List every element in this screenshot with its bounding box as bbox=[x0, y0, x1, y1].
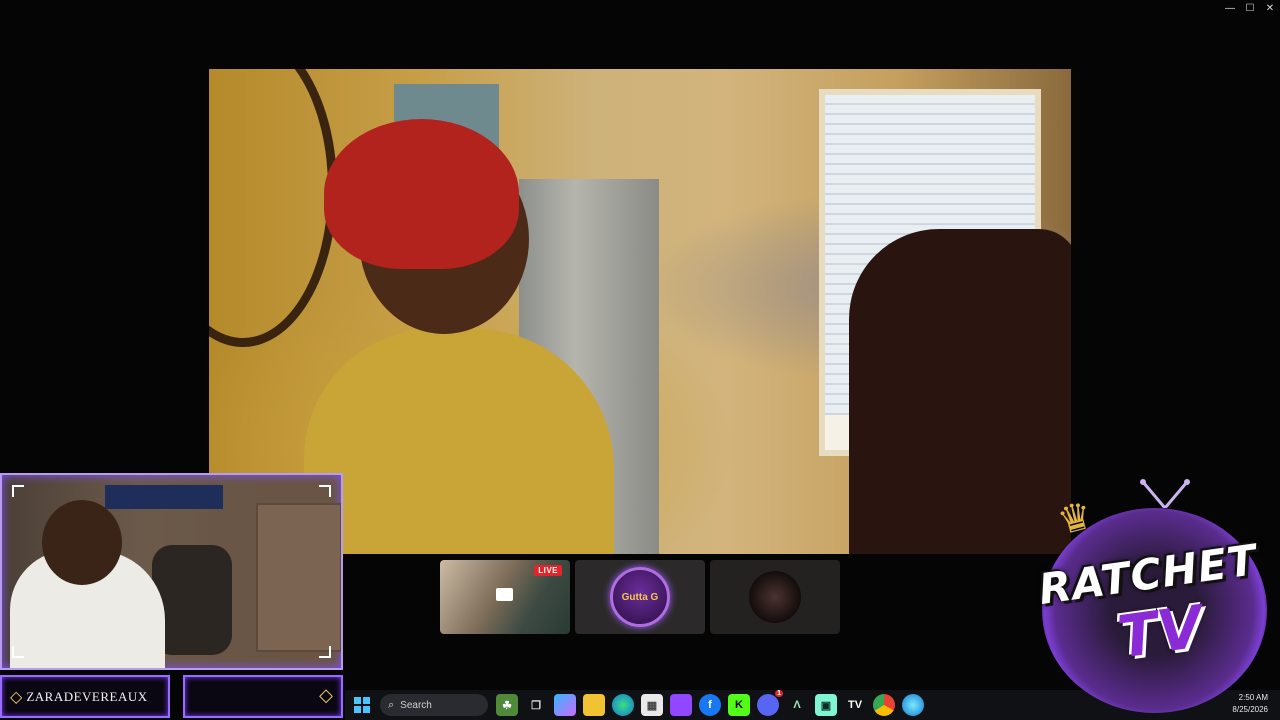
kick-icon[interactable]: K bbox=[728, 694, 750, 716]
thumbnail-channel-avatar[interactable]: Gutta G bbox=[575, 560, 705, 634]
webcam-overlay bbox=[0, 473, 343, 670]
webcam-streamer-head bbox=[42, 500, 122, 585]
frame-corner-icon bbox=[12, 485, 24, 497]
diamond-icon: ◇ bbox=[319, 685, 333, 705]
webcam-background-monitor bbox=[105, 485, 223, 509]
discord-icon[interactable]: 1 bbox=[757, 690, 783, 716]
live-badge: LIVE bbox=[534, 565, 562, 576]
avatar-logo-text: Gutta G bbox=[621, 591, 659, 603]
twitch-icon[interactable] bbox=[670, 694, 692, 716]
channel-avatar bbox=[749, 571, 801, 623]
maximize-button[interactable]: ☐ bbox=[1240, 0, 1260, 16]
streamer-nameplate: ◇ ZARADEVEREAUX bbox=[0, 675, 170, 718]
search-icon: ⌕ bbox=[388, 698, 395, 711]
widgets-icon[interactable]: ☘ bbox=[496, 694, 518, 716]
search-placeholder: Search bbox=[400, 699, 432, 711]
streamlabs-icon[interactable]: ▣ bbox=[815, 694, 837, 716]
window-controls: — ☐ ✕ bbox=[1220, 0, 1280, 16]
minimize-button[interactable]: — bbox=[1220, 0, 1240, 16]
store-icon[interactable]: ▦ bbox=[641, 694, 663, 716]
close-button[interactable]: ✕ bbox=[1260, 0, 1280, 16]
thumbnail-channel-avatar-2[interactable] bbox=[710, 560, 840, 634]
video-background-wheel bbox=[209, 69, 337, 347]
task-view-icon[interactable]: ❐ bbox=[525, 694, 547, 716]
frame-corner-icon bbox=[319, 485, 331, 497]
crown-icon: ♛ bbox=[1053, 494, 1098, 544]
chrome-icon[interactable] bbox=[873, 694, 895, 716]
webcam-background-door bbox=[256, 503, 341, 652]
facebook-icon[interactable]: f bbox=[699, 694, 721, 716]
discord-badge: 1 bbox=[775, 690, 783, 697]
thumbnail-live-stream[interactable]: LIVE bbox=[440, 560, 570, 634]
taskbar-search-input[interactable]: ⌕ Search bbox=[380, 694, 488, 716]
windows-start-icon[interactable] bbox=[351, 694, 373, 716]
secondary-nameplate: ◇ bbox=[183, 675, 343, 718]
frame-corner-icon bbox=[319, 646, 331, 658]
edge-icon[interactable] bbox=[612, 694, 634, 716]
diamond-icon: ◇ bbox=[10, 688, 23, 706]
stream-thumbnails: LIVE Gutta G bbox=[440, 560, 840, 634]
frame-corner-icon bbox=[12, 646, 24, 658]
gutta-logo-avatar: Gutta G bbox=[610, 567, 670, 627]
copilot-icon[interactable] bbox=[554, 694, 576, 716]
streamer-name: ZARADEVEREAUX bbox=[26, 688, 148, 704]
arc-icon[interactable]: Λ bbox=[786, 694, 808, 716]
file-explorer-icon[interactable] bbox=[583, 694, 605, 716]
chat-icon bbox=[496, 588, 513, 601]
tradingview-icon[interactable]: TV bbox=[844, 694, 866, 716]
antenna-icon bbox=[1140, 479, 1190, 508]
edge-secondary-icon[interactable] bbox=[902, 694, 924, 716]
ratchet-tv-logo: ♛ RATCHET TV bbox=[1020, 478, 1280, 720]
logo-text-tv: TV bbox=[1113, 592, 1207, 672]
video-person-left-hat bbox=[324, 119, 519, 269]
